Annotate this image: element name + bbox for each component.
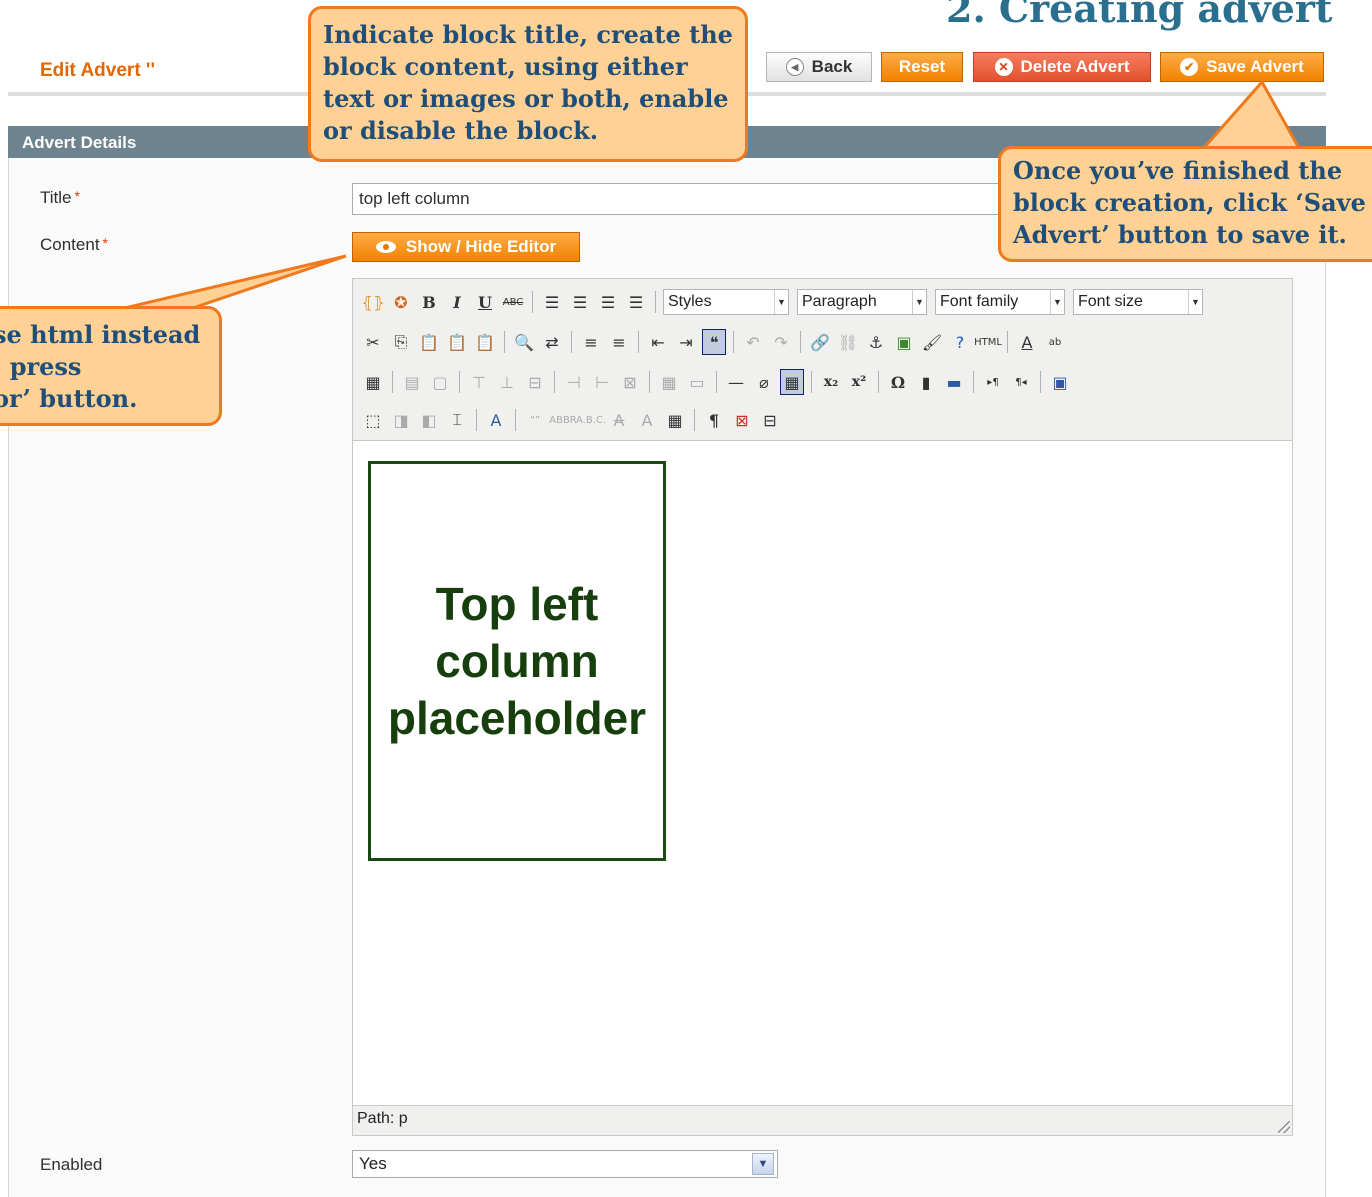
callout-save-hint: Once you’ve finished the block creation,… xyxy=(998,146,1372,262)
left-callout-pointer xyxy=(119,254,347,311)
callout-editor-hint: se html instead , press or’ button. xyxy=(0,306,222,426)
callout-line: or’ button. xyxy=(0,384,138,413)
callout-line: , press xyxy=(0,352,82,381)
right-callout-pointer xyxy=(1198,79,1303,152)
callout-instructions: Indicate block title, create the block c… xyxy=(308,6,748,162)
callout-line: se html instead xyxy=(0,320,201,349)
